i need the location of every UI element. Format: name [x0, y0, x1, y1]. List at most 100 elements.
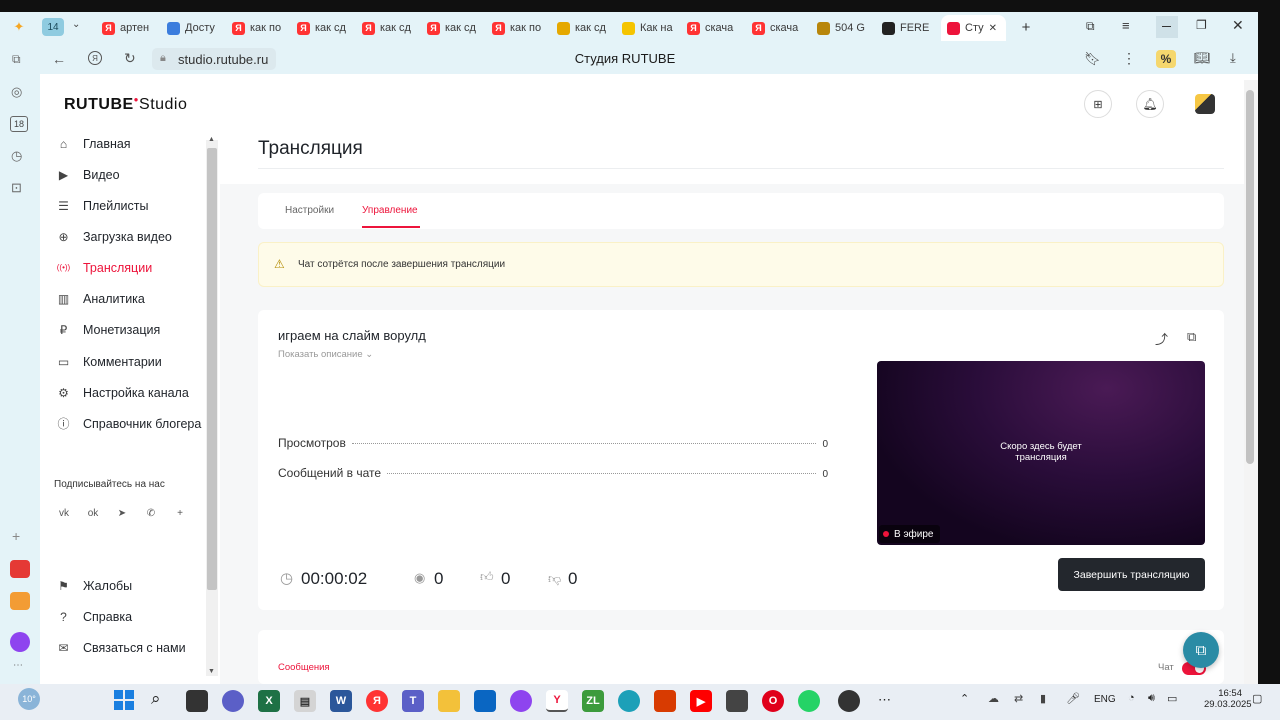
- add-panel-icon[interactable]: +: [12, 528, 20, 544]
- mail-app-icon[interactable]: [10, 592, 30, 610]
- tab-settings[interactable]: Настройки: [285, 205, 334, 216]
- vk-icon[interactable]: vk: [54, 503, 74, 523]
- explorer-icon[interactable]: [438, 690, 460, 712]
- viber-icon[interactable]: ✆: [141, 503, 161, 523]
- browser-tab[interactable]: Яартен: [96, 15, 161, 41]
- clock[interactable]: 16:54 29.03.2025: [1204, 688, 1252, 710]
- teams-icon[interactable]: T: [402, 690, 424, 712]
- word-icon[interactable]: W: [330, 690, 352, 712]
- external-link-icon[interactable]: ⧉: [1187, 329, 1196, 345]
- browser-tab[interactable]: Якак сд: [356, 15, 421, 41]
- sidebar-item-ruble[interactable]: ₽ Монетизация: [56, 322, 161, 337]
- browser-tab[interactable]: Сту ✕: [941, 15, 1006, 41]
- browser-tab[interactable]: Яскача: [681, 15, 746, 41]
- reader-icon[interactable]: 📖︎: [1194, 50, 1211, 66]
- close-tab-icon[interactable]: ✕: [989, 23, 997, 34]
- yandex-taskbar-icon[interactable]: Y: [546, 690, 568, 712]
- tab-counter[interactable]: 14: [42, 18, 64, 36]
- new-tab-icon[interactable]: +: [1017, 18, 1035, 36]
- ok-icon[interactable]: ok: [83, 503, 103, 523]
- discount-extension-icon[interactable]: %: [1156, 50, 1176, 68]
- excel-icon[interactable]: X: [258, 690, 280, 712]
- screenshot-icon[interactable]: ⊡: [11, 180, 22, 196]
- browser-tab[interactable]: Яскача: [746, 15, 811, 41]
- app-icon[interactable]: ▤: [294, 690, 316, 712]
- support-chat-button[interactable]: ⧉: [1183, 632, 1219, 668]
- sidebar-item-playlist[interactable]: ☰ Плейлисты: [56, 198, 148, 213]
- windows-start-icon[interactable]: [114, 690, 134, 710]
- more-icon[interactable]: ⋮: [1122, 50, 1136, 67]
- task-view-icon[interactable]: [186, 690, 208, 712]
- yandex-browser-icon[interactable]: Я: [366, 690, 388, 712]
- sidebar-item-flag[interactable]: ⚑ Жалобы: [56, 578, 132, 593]
- plus-icon[interactable]: +: [170, 503, 190, 523]
- weather-icon[interactable]: 10°: [18, 688, 40, 710]
- rail-more-icon[interactable]: ⋯: [13, 660, 23, 671]
- edge-icon[interactable]: [618, 690, 640, 712]
- browser-tab[interactable]: 504 G: [811, 15, 876, 41]
- close-window-button[interactable]: ✕: [1232, 17, 1244, 34]
- game-icon[interactable]: [726, 690, 748, 712]
- history-icon[interactable]: ◷: [11, 148, 22, 164]
- audio-meter-icon[interactable]: ▮: [1040, 692, 1046, 705]
- menu-icon[interactable]: ≡: [1122, 18, 1130, 33]
- market-icon[interactable]: [10, 560, 30, 578]
- restore-button[interactable]: ❐: [1196, 18, 1207, 32]
- avatar[interactable]: [1195, 94, 1215, 114]
- stream-preview[interactable]: Скоро здесь будет трансляция В эфире: [877, 361, 1205, 545]
- cloud-icon[interactable]: ☁: [988, 692, 999, 705]
- tab-manage[interactable]: Управление: [362, 205, 418, 216]
- sidebar-item-help[interactable]: ? Справка: [56, 609, 132, 624]
- browser-tab[interactable]: FERE: [876, 15, 941, 41]
- browser-tab[interactable]: Якак сд: [421, 15, 486, 41]
- sidebar-item-mail[interactable]: ✉ Связаться с нами: [56, 640, 185, 655]
- sidebar-item-analytics[interactable]: ▥ Аналитика: [56, 291, 145, 306]
- sidebar-scroll-down-icon[interactable]: ▼: [208, 668, 215, 675]
- sidebar-item-gear[interactable]: ⚙ Настройка канала: [56, 385, 189, 400]
- overflow-icon[interactable]: ⋯: [878, 692, 891, 708]
- minimize-button[interactable]: [1156, 16, 1178, 38]
- browser-tab[interactable]: Якак сд: [291, 15, 356, 41]
- sync-icon[interactable]: ⇄: [1014, 692, 1023, 705]
- sidebar-item-info[interactable]: ⓘ Справочник блогера: [56, 416, 201, 432]
- browser-tab[interactable]: Якак по: [486, 15, 551, 41]
- sidebar-item-upload[interactable]: ⊕ Загрузка видео: [56, 229, 171, 244]
- studio-logo[interactable]: RUTUBE ● Studio: [64, 95, 187, 114]
- app-icon-2[interactable]: [838, 690, 860, 712]
- wifi-icon[interactable]: ◔: [1128, 692, 1135, 704]
- bookmark-icon[interactable]: 🔖︎: [1084, 51, 1101, 67]
- collections-icon[interactable]: ⧉: [1086, 19, 1095, 34]
- zoom-icon[interactable]: ZL: [582, 690, 604, 712]
- sidebar-item-broadcast[interactable]: ((•)) Трансляции: [56, 260, 152, 275]
- sidebar-scrollbar-thumb[interactable]: [207, 148, 217, 590]
- media-icon[interactable]: ◎: [11, 84, 22, 100]
- show-description-link[interactable]: Показать описание ⌄: [278, 349, 373, 360]
- volume-icon[interactable]: 🔊︎: [1148, 692, 1155, 705]
- whatsapp-icon[interactable]: [798, 690, 820, 712]
- share-icon[interactable]: ⤴: [1155, 329, 1168, 348]
- language-indicator[interactable]: ENG: [1094, 694, 1116, 705]
- end-stream-button[interactable]: Завершить трансляцию: [1058, 558, 1205, 591]
- age-18-icon[interactable]: 18: [10, 116, 28, 132]
- sidebar-item-home[interactable]: ⌂ Главная: [56, 136, 131, 151]
- store-icon[interactable]: [474, 690, 496, 712]
- alice-taskbar-icon[interactable]: [510, 690, 532, 712]
- browser-tab[interactable]: Досту: [161, 15, 226, 41]
- notifications-icon[interactable]: 🔔︎: [1136, 90, 1164, 118]
- alice-icon[interactable]: [10, 632, 30, 652]
- page-scrollbar-thumb[interactable]: [1246, 90, 1254, 464]
- download-icon[interactable]: ⤓: [1230, 50, 1236, 66]
- sidebar-scroll-up-icon[interactable]: ▲: [208, 136, 215, 143]
- search-icon[interactable]: ⌕: [151, 689, 161, 709]
- sidebar-item-comment[interactable]: ▭ Комментарии: [56, 354, 162, 369]
- browser-tab[interactable]: Как на: [616, 15, 681, 41]
- tab-list-chevron-icon[interactable]: ⌄: [72, 19, 80, 30]
- youtube-icon[interactable]: ▶: [690, 690, 712, 712]
- tabs-panel-icon[interactable]: ⧉: [12, 52, 21, 67]
- sidebar-item-video[interactable]: ▶ Видео: [56, 167, 120, 182]
- browser-menu-icon[interactable]: ✦: [8, 17, 30, 37]
- battery-icon[interactable]: ▭: [1167, 692, 1177, 705]
- notification-center-icon[interactable]: ▢: [1252, 692, 1262, 705]
- telegram-icon[interactable]: ➤: [112, 503, 132, 523]
- browser-tab[interactable]: как сд: [551, 15, 616, 41]
